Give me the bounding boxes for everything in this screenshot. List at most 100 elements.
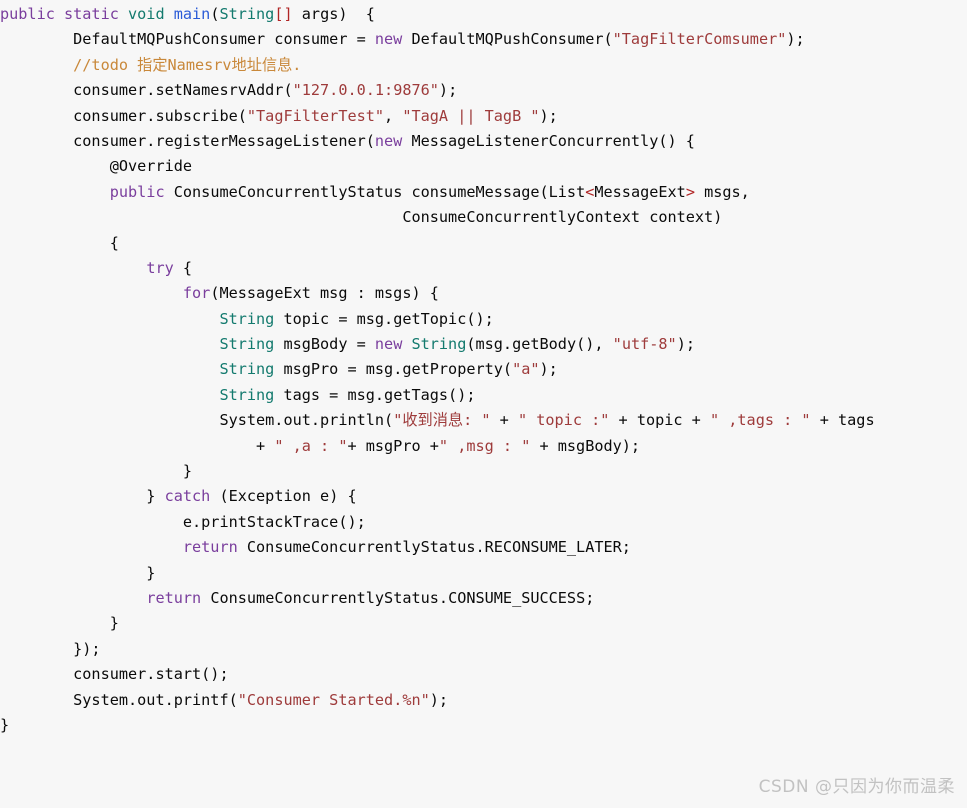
code-token-default: consumer.subscribe( — [0, 106, 247, 125]
code-token-default: ); — [539, 106, 558, 125]
code-line: String topic = msg.getTopic(); — [0, 307, 875, 332]
code-token-keyword: new — [374, 335, 412, 354]
code-token-default — [0, 589, 146, 607]
code-token-default — [0, 259, 146, 277]
code-token-default: ConsumeConcurrentlyContext context) — [0, 208, 723, 227]
code-line: @Override — [0, 154, 875, 179]
code-token-default: ); — [438, 81, 458, 100]
code-token-string: " ,tags : " — [709, 411, 811, 430]
code-line: return ConsumeConcurrentlyStatus.RECONSU… — [0, 535, 875, 560]
code-token-string: " ,msg : " — [438, 436, 531, 455]
code-line: consumer.start(); — [0, 662, 875, 687]
code-line: ConsumeConcurrentlyContext context) — [0, 205, 875, 230]
code-line: e.printStackTrace(); — [0, 510, 875, 535]
code-line: consumer.setNamesrvAddr("127.0.0.1:9876"… — [0, 78, 875, 103]
code-token-default: DefaultMQPushConsumer( — [411, 30, 613, 49]
code-token-default: + — [490, 411, 518, 430]
code-line: { — [0, 231, 875, 256]
code-token-string: " ,a : " — [274, 436, 348, 455]
code-screenshot: public static void main(String[] args) {… — [0, 0, 967, 808]
code-token-string: "127.0.0.1:9876" — [292, 81, 439, 100]
code-token-string: " topic :" — [517, 411, 610, 430]
code-token-default: DefaultMQPushConsumer consumer = — [0, 30, 375, 49]
code-token-default — [0, 360, 219, 378]
code-token-keyword: new — [374, 30, 412, 49]
code-token-default: ); — [676, 335, 695, 354]
code-token-default: ); — [429, 690, 449, 709]
code-line: consumer.subscribe("TagFilterTest", "Tag… — [0, 104, 875, 129]
code-token-string: "收到消息: " — [393, 411, 491, 430]
code-token-default: } — [0, 487, 165, 506]
code-token-default — [0, 538, 183, 556]
code-token-default: + tags — [810, 411, 875, 430]
code-token-type: String — [411, 335, 467, 354]
code-token-type: String — [219, 335, 284, 354]
code-token-keyword: catch — [164, 487, 220, 506]
code-token-default: MessageExt — [594, 182, 686, 201]
code-line: System.out.println("收到消息: " + " topic :"… — [0, 408, 875, 433]
code-token-default: } — [0, 715, 10, 734]
code-token-string: "Consumer Started.%n" — [237, 690, 430, 709]
code-line: String tags = msg.getTags(); — [0, 383, 875, 408]
code-token-default: ); — [786, 30, 805, 49]
code-token-default: ConsumeConcurrentlyStatus.CONSUME_SUCCES… — [210, 588, 595, 607]
code-token-method: main — [173, 5, 211, 23]
code-token-default: msgBody = — [283, 335, 375, 354]
code-line: //todo 指定Namesrv地址信息. — [0, 53, 875, 78]
code-line: public static void main(String[] args) { — [0, 2, 875, 27]
code-line: } — [0, 713, 875, 738]
code-token-default: { — [182, 258, 193, 277]
code-token-default: } — [0, 563, 156, 582]
code-line: for(MessageExt msg : msgs) { — [0, 281, 875, 306]
code-token-default — [0, 386, 219, 404]
code-line: DefaultMQPushConsumer consumer = new Def… — [0, 27, 875, 52]
code-token-default: consumer.start(); — [0, 665, 229, 684]
code-token-default: + — [0, 436, 275, 455]
code-token-keyword: new — [374, 131, 412, 150]
code-token-keyword: return — [182, 538, 247, 557]
code-token-keyword: public — [109, 182, 174, 201]
source-code-block[interactable]: public static void main(String[] args) {… — [0, 0, 875, 738]
code-token-default: e.printStackTrace(); — [0, 512, 366, 531]
code-token-default: msgs, — [694, 182, 750, 201]
code-token-default: (Exception e) { — [219, 487, 357, 506]
code-token-default: consumer.setNamesrvAddr( — [0, 81, 293, 100]
code-token-default: MessageListenerConcurrently() { — [411, 131, 695, 150]
code-line: }); — [0, 637, 875, 662]
code-token-bracket: > — [685, 182, 695, 201]
code-token-type: String — [219, 385, 284, 404]
code-token-default: tags = msg.getTags(); — [283, 385, 476, 404]
code-line: try { — [0, 256, 875, 281]
code-token-default: System.out.printf( — [0, 690, 238, 709]
code-token-default: ConsumeConcurrentlyStatus consumeMessage… — [173, 182, 586, 201]
code-token-default: { — [0, 233, 119, 252]
code-line: } — [0, 459, 875, 484]
code-line: } — [0, 611, 875, 636]
code-token-annotation: @Override — [0, 157, 193, 176]
code-line: return ConsumeConcurrentlyStatus.CONSUME… — [0, 586, 875, 611]
code-line: } — [0, 561, 875, 586]
code-token-default: (msg.getBody(), — [466, 335, 613, 354]
code-line: String msgBody = new String(msg.getBody(… — [0, 332, 875, 357]
code-token-string: "TagA || TagB " — [402, 106, 540, 125]
code-token-default: System.out.println( — [0, 411, 394, 430]
code-token-default — [0, 183, 110, 201]
code-token-string: "a" — [512, 360, 540, 379]
code-token-default: msgPro = msg.getProperty( — [283, 360, 513, 379]
code-token-default: topic = msg.getTopic(); — [283, 309, 494, 328]
code-token-default: ); — [539, 360, 558, 379]
code-token-default: + msgPro + — [347, 436, 439, 455]
code-token-type: void — [128, 5, 174, 23]
code-token-bracket: [] — [274, 5, 293, 23]
code-line: public ConsumeConcurrentlyStatus consume… — [0, 180, 875, 205]
code-line: } catch (Exception e) { — [0, 484, 875, 509]
code-line: + " ,a : "+ msgPro +" ,msg : " + msgBody… — [0, 434, 875, 459]
code-token-default: , — [384, 106, 403, 125]
code-token-string: "utf-8" — [612, 335, 677, 354]
code-token-string: "TagFilterTest" — [246, 106, 385, 125]
code-token-default: consumer.registerMessageListener( — [0, 131, 375, 150]
code-token-type: String — [219, 5, 275, 23]
code-token-default: + topic + — [609, 411, 710, 430]
code-token-default — [0, 310, 219, 328]
code-token-keyword: try — [146, 258, 183, 277]
